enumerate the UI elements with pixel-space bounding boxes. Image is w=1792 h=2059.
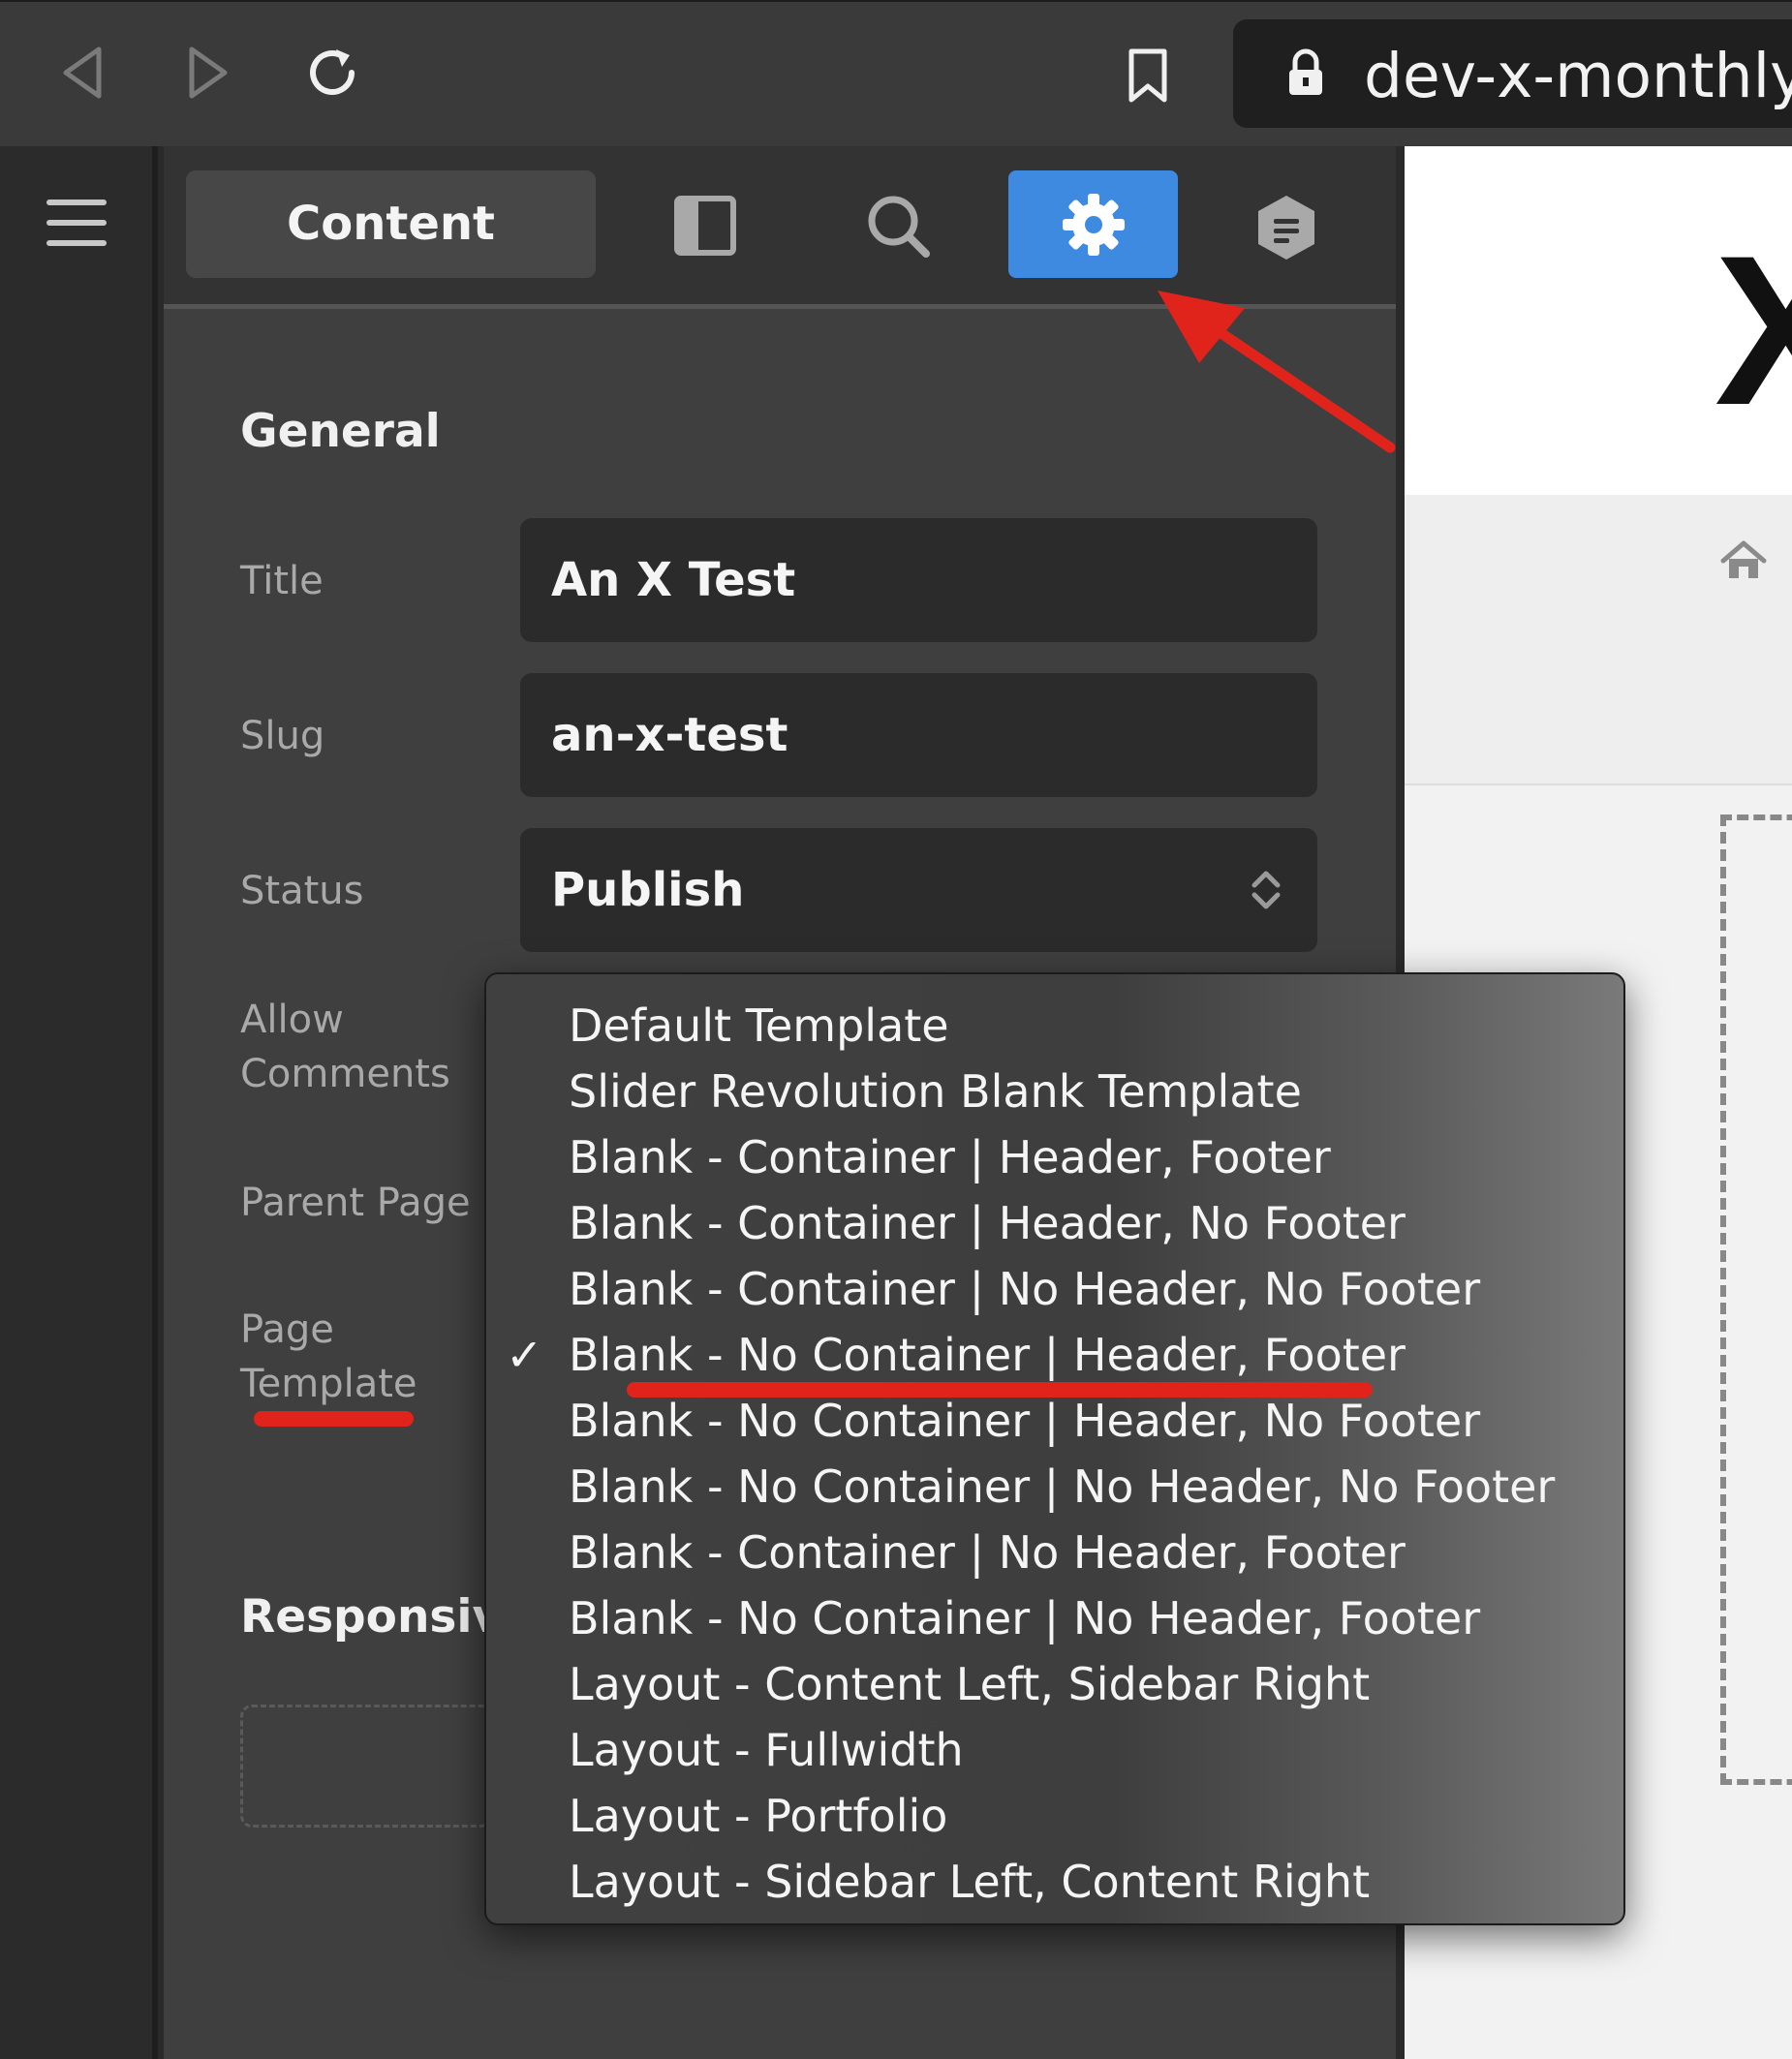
bookmark-icon[interactable] bbox=[1114, 39, 1182, 111]
home-icon[interactable] bbox=[1715, 534, 1773, 588]
dropdown-option[interactable]: Blank - No Container | Header, No Footer bbox=[569, 1391, 1480, 1451]
general-section-title: General bbox=[240, 405, 441, 458]
title-input[interactable]: An X Test bbox=[520, 518, 1317, 642]
tab-content[interactable]: Content bbox=[186, 170, 596, 278]
dropdown-option[interactable]: Blank - No Container | No Header, Footer bbox=[569, 1588, 1480, 1648]
hamburger-menu-icon[interactable] bbox=[37, 189, 116, 257]
annotation-arrow bbox=[1158, 291, 1396, 453]
preview-dropzone bbox=[1720, 814, 1792, 1785]
check-mark-icon: ✓ bbox=[506, 1329, 543, 1381]
dropdown-option[interactable]: Blank - Container | No Header, No Footer bbox=[569, 1259, 1480, 1319]
page-template-dropdown[interactable]: Default Template Slider Revolution Blank… bbox=[484, 972, 1625, 1925]
gear-icon bbox=[1062, 193, 1125, 256]
tab-settings[interactable] bbox=[1008, 170, 1178, 278]
slug-label: Slug bbox=[240, 714, 325, 758]
preview-heading: X bbox=[1715, 211, 1792, 449]
dropdown-option[interactable]: Default Template bbox=[569, 996, 949, 1056]
dropdown-option-selected[interactable]: Blank - No Container | Header, Footer bbox=[569, 1325, 1406, 1385]
page-template-label-line1: Page bbox=[240, 1307, 334, 1352]
responsive-section-title: Responsiv bbox=[240, 1590, 503, 1644]
back-arrow-icon[interactable] bbox=[39, 39, 126, 107]
status-label: Status bbox=[240, 869, 364, 913]
dropdown-option[interactable]: Blank - Container | No Header, Footer bbox=[569, 1522, 1406, 1583]
dropdown-option[interactable]: Blank - Container | Header, No Footer bbox=[569, 1193, 1406, 1253]
select-chevrons-icon bbox=[1242, 865, 1290, 915]
forward-arrow-icon[interactable] bbox=[165, 39, 252, 107]
url-bar[interactable]: dev-x-monthly-d bbox=[1233, 19, 1792, 128]
notes-icon[interactable] bbox=[1245, 186, 1327, 268]
page-template-label: Page Template bbox=[240, 1303, 417, 1411]
dropdown-option[interactable]: Layout - Content Left, Sidebar Right bbox=[569, 1654, 1370, 1714]
allow-comments-label: Allow Comments bbox=[240, 993, 450, 1101]
preview-header: X bbox=[1405, 146, 1792, 495]
page-template-label-line2: Template bbox=[240, 1362, 417, 1406]
search-icon[interactable] bbox=[856, 184, 939, 266]
dropdown-option[interactable]: Blank - Container | Header, Footer bbox=[569, 1127, 1331, 1187]
responsive-dropzone[interactable] bbox=[240, 1705, 492, 1828]
url-text: dev-x-monthly-d bbox=[1364, 41, 1792, 111]
dropdown-option[interactable]: Layout - Portfolio bbox=[569, 1786, 947, 1846]
title-label: Title bbox=[240, 559, 324, 603]
dropdown-option[interactable]: Blank - No Container | No Header, No Foo… bbox=[569, 1457, 1555, 1517]
reload-icon[interactable] bbox=[289, 34, 376, 111]
parent-page-label: Parent Page bbox=[240, 1181, 471, 1225]
dropdown-option[interactable]: Layout - Sidebar Left, Content Right bbox=[569, 1852, 1370, 1912]
allow-comments-label-line2: Comments bbox=[240, 1052, 450, 1096]
slug-input[interactable]: an-x-test bbox=[520, 673, 1317, 797]
status-value: Publish bbox=[551, 863, 745, 917]
allow-comments-label-line1: Allow bbox=[240, 998, 344, 1042]
dropdown-option[interactable]: Slider Revolution Blank Template bbox=[569, 1061, 1302, 1122]
layout-icon[interactable] bbox=[664, 184, 746, 266]
annotation-underline-label bbox=[254, 1411, 414, 1427]
status-select[interactable]: Publish bbox=[520, 828, 1317, 952]
dropdown-option[interactable]: Layout - Fullwidth bbox=[569, 1720, 964, 1780]
left-rail bbox=[0, 146, 158, 2059]
lock-icon bbox=[1282, 46, 1330, 101]
preview-breadcrumb-bar bbox=[1405, 495, 1792, 785]
